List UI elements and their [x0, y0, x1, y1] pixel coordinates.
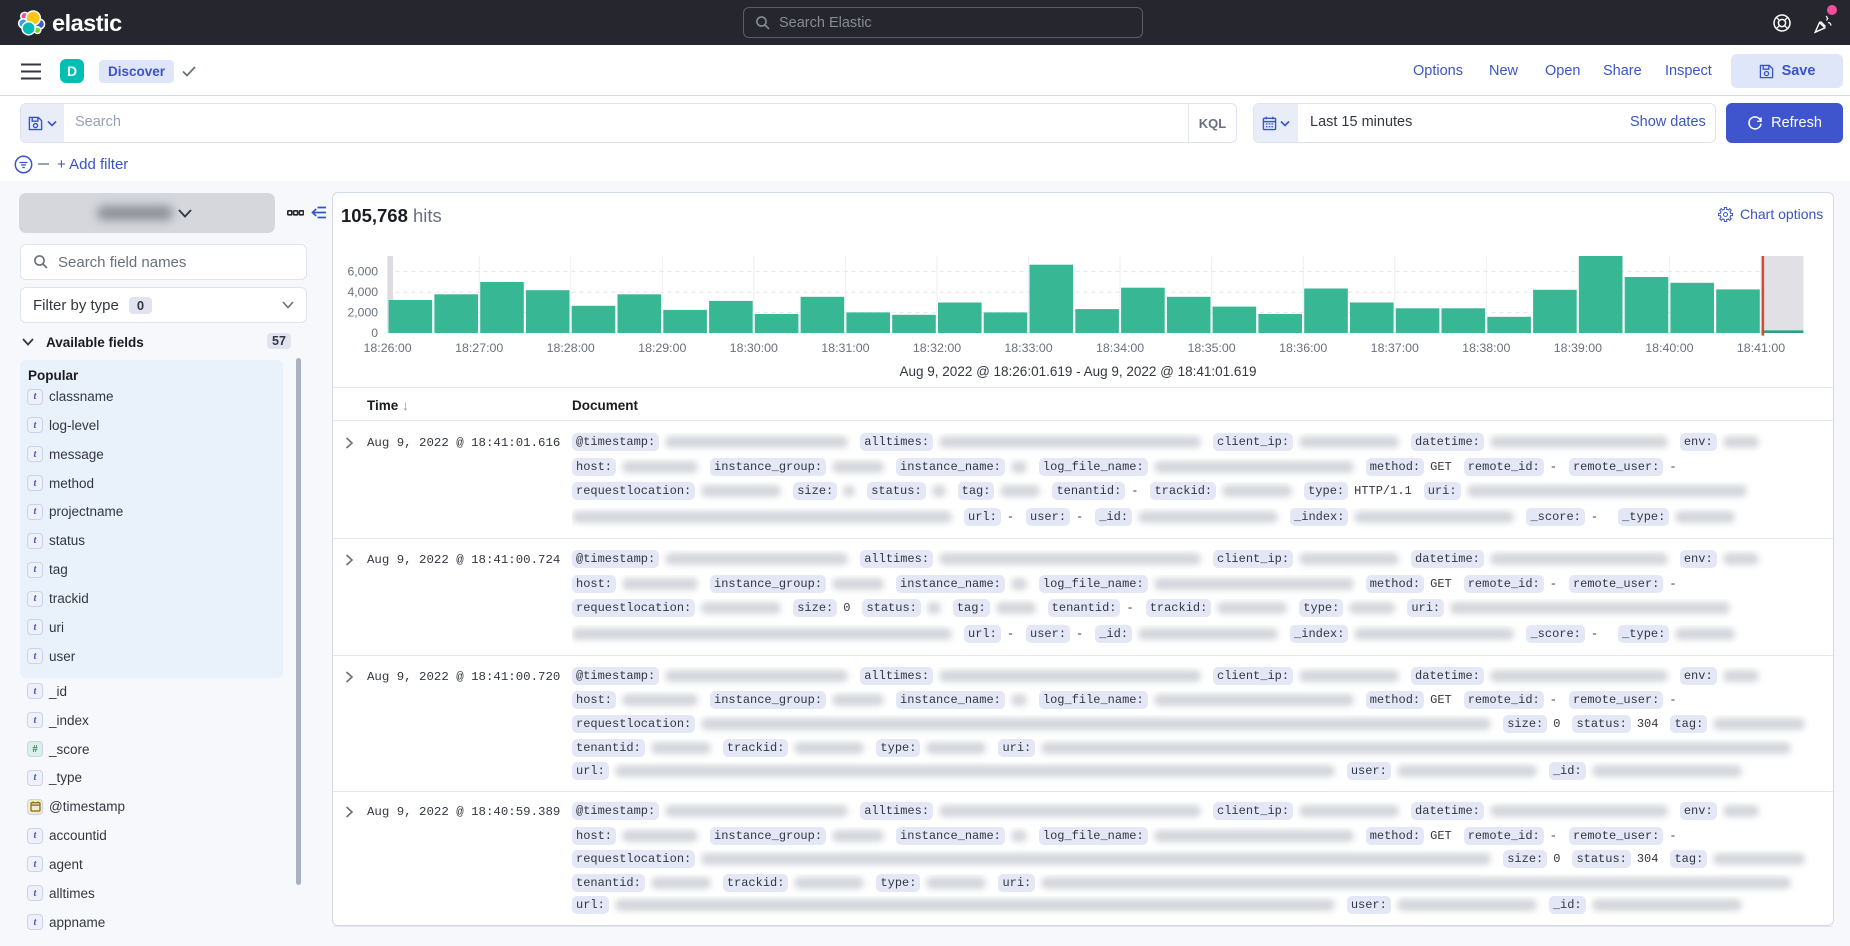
svg-text:18:32:00: 18:32:00 — [913, 341, 961, 355]
svg-text:18:28:00: 18:28:00 — [547, 341, 595, 355]
svg-text:18:26:00: 18:26:00 — [363, 341, 411, 355]
svg-text:18:33:00: 18:33:00 — [1004, 341, 1052, 355]
svg-text:18:41:00: 18:41:00 — [1737, 341, 1785, 355]
svg-text:18:34:00: 18:34:00 — [1096, 341, 1144, 355]
svg-text:18:30:00: 18:30:00 — [730, 341, 778, 355]
svg-text:6,000: 6,000 — [348, 264, 379, 278]
svg-text:18:35:00: 18:35:00 — [1187, 341, 1235, 355]
svg-text:18:27:00: 18:27:00 — [455, 341, 503, 355]
svg-text:4,000: 4,000 — [348, 285, 379, 299]
svg-text:18:40:00: 18:40:00 — [1645, 341, 1693, 355]
svg-text:18:39:00: 18:39:00 — [1554, 341, 1602, 355]
svg-text:2,000: 2,000 — [348, 306, 379, 320]
svg-text:0: 0 — [371, 326, 378, 340]
svg-text:18:37:00: 18:37:00 — [1371, 341, 1419, 355]
svg-text:18:29:00: 18:29:00 — [638, 341, 686, 355]
svg-text:18:38:00: 18:38:00 — [1462, 341, 1510, 355]
svg-text:18:36:00: 18:36:00 — [1279, 341, 1327, 355]
svg-text:18:31:00: 18:31:00 — [821, 341, 869, 355]
